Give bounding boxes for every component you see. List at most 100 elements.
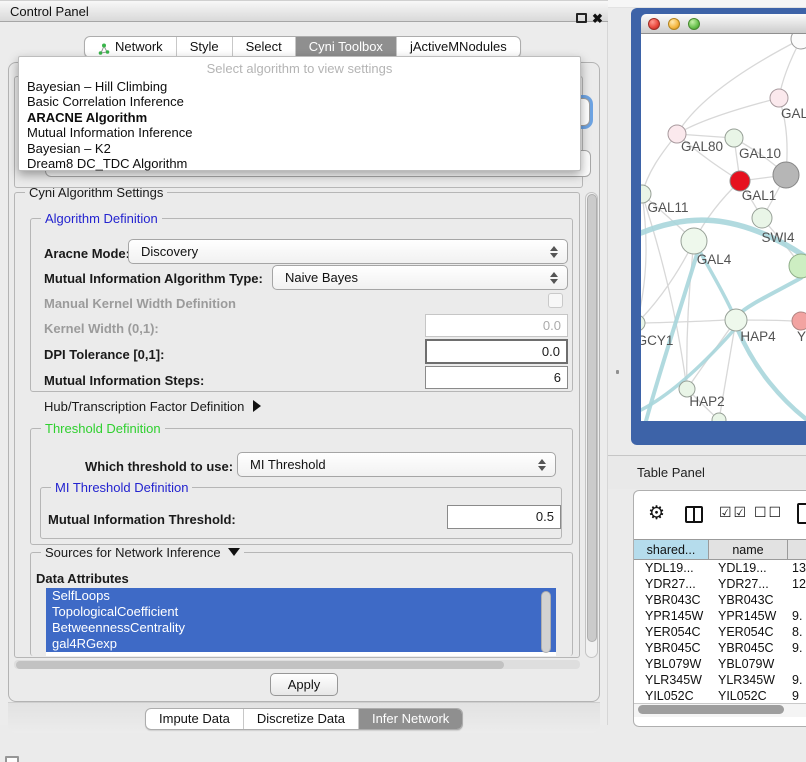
split-columns-icon[interactable] <box>685 506 703 523</box>
popup-item[interactable]: Mutual Information Inference <box>19 125 580 140</box>
mac-minimize-icon[interactable] <box>668 18 680 30</box>
node-gcy1[interactable] <box>641 315 645 331</box>
cell[interactable]: YBL079W <box>709 656 788 672</box>
node-partial-bottom[interactable] <box>712 413 726 421</box>
table-row[interactable]: YPR145WYPR145W9. <box>634 608 806 624</box>
cell[interactable]: 9. <box>788 608 806 624</box>
settings-vertical-scrollbar-thumb[interactable] <box>587 194 597 642</box>
cell[interactable]: YPR145W <box>709 608 788 624</box>
data-attributes-list[interactable]: SelfLoops TopologicalCoefficient Between… <box>46 588 556 656</box>
cell[interactable]: 8. <box>788 624 806 640</box>
table-row[interactable]: YER054CYER054C8. <box>634 624 806 640</box>
table-row[interactable]: YDR27...YDR27...12 <box>634 576 806 592</box>
dpi-tolerance-field[interactable]: 0.0 <box>425 339 568 364</box>
tab-jactivemnodules[interactable]: jActiveMNodules <box>397 37 520 57</box>
node-partial-top[interactable] <box>791 34 806 49</box>
list-item[interactable]: TopologicalCoefficient <box>46 604 556 620</box>
panel-divider-handle[interactable] <box>616 370 619 374</box>
node-gal4[interactable] <box>681 228 707 254</box>
table-horizontal-scrollbar-thumb[interactable] <box>638 705 784 714</box>
popup-item[interactable]: Bayesian – K2 <box>19 141 580 156</box>
table-row[interactable]: YBR045CYBR045C9. <box>634 640 806 656</box>
hub-definition-expander[interactable]: Hub/Transcription Factor Definition <box>44 399 261 414</box>
table-row[interactable]: YDL19...YDL19...13 <box>634 560 806 576</box>
table-panel-titlebar[interactable]: Table Panel <box>608 455 806 489</box>
table-row[interactable]: YBL079WYBL079W <box>634 656 806 672</box>
bottom-left-partial-icon[interactable] <box>5 756 19 762</box>
cell[interactable]: YLR345W <box>709 672 788 688</box>
gear-icon[interactable]: ⚙ <box>648 502 665 525</box>
node-gal1[interactable] <box>752 208 772 228</box>
mi-type-combobox[interactable]: Naive Bayes <box>272 265 568 290</box>
column-header-partial[interactable] <box>788 539 806 560</box>
select-all-checkboxes-icon[interactable]: ☑☑ <box>719 504 748 521</box>
cell[interactable]: YIL052C <box>634 688 709 703</box>
cell[interactable]: 9. <box>788 672 806 688</box>
table-row[interactable]: YIL052CYIL052C9 <box>634 688 806 703</box>
manual-kernel-checkbox[interactable] <box>548 293 563 308</box>
file-icon[interactable] <box>797 503 806 524</box>
node-gray[interactable] <box>773 162 799 188</box>
node-y-partial[interactable] <box>792 312 806 330</box>
mi-steps-field[interactable]: 6 <box>425 366 568 389</box>
attribute-list-scrollbar[interactable] <box>541 591 551 653</box>
cell[interactable]: YBR043C <box>709 592 788 608</box>
cell[interactable]: YBR045C <box>634 640 709 656</box>
mac-zoom-icon[interactable] <box>688 18 700 30</box>
cell[interactable]: YER054C <box>634 624 709 640</box>
popup-item-selected[interactable]: ARACNE Algorithm <box>19 110 580 125</box>
cell[interactable]: 9. <box>788 640 806 656</box>
popup-item[interactable]: Dream8 DC_TDC Algorithm <box>19 156 580 171</box>
mi-threshold-field[interactable]: 0.5 <box>447 505 561 529</box>
cell[interactable] <box>788 592 806 608</box>
tab-infer-network[interactable]: Infer Network <box>359 709 462 729</box>
node-swi4[interactable] <box>789 254 806 278</box>
float-window-icon[interactable] <box>576 13 587 23</box>
sources-title-row[interactable]: Sources for Network Inference <box>41 545 244 560</box>
tab-impute-data[interactable]: Impute Data <box>146 709 244 729</box>
cell[interactable]: YDR27... <box>634 576 709 592</box>
tab-cyni-toolbox[interactable]: Cyni Toolbox <box>296 37 397 57</box>
close-icon[interactable]: ✖ <box>592 11 603 27</box>
cell[interactable]: YBR045C <box>709 640 788 656</box>
tab-discretize-data[interactable]: Discretize Data <box>244 709 359 729</box>
cell[interactable]: 9 <box>788 688 806 703</box>
mac-close-icon[interactable] <box>648 18 660 30</box>
cell[interactable]: 13 <box>788 560 806 576</box>
popup-item[interactable]: Basic Correlation Inference <box>19 94 580 109</box>
cell[interactable]: YBL079W <box>634 656 709 672</box>
column-header-shared-name[interactable]: shared... <box>634 539 709 560</box>
network-window-titlebar[interactable] <box>641 14 806 34</box>
node-gal10[interactable] <box>725 129 743 147</box>
tab-network[interactable]: Network <box>85 37 177 57</box>
kernel-width-field[interactable]: 0.0 <box>425 314 568 337</box>
tab-select[interactable]: Select <box>233 37 296 57</box>
network-canvas[interactable]: GAL GAL80 GAL10 GAL1 GAL11 SWI4 GAL4 HAP… <box>641 34 806 421</box>
cell[interactable]: 12 <box>788 576 806 592</box>
cell[interactable]: YLR345W <box>634 672 709 688</box>
apply-button[interactable]: Apply <box>270 673 338 696</box>
table-row[interactable]: YLR345WYLR345W9. <box>634 672 806 688</box>
table-row[interactable]: YBR043CYBR043C <box>634 592 806 608</box>
cell[interactable]: YBR043C <box>634 592 709 608</box>
deselect-all-checkboxes-icon[interactable]: ☐☐ <box>754 504 783 521</box>
cell[interactable] <box>788 656 806 672</box>
settings-horizontal-scrollbar-thumb[interactable] <box>16 661 504 669</box>
cell[interactable]: YIL052C <box>709 688 788 703</box>
which-threshold-combobox[interactable]: MI Threshold <box>237 452 556 477</box>
node-gal-partial[interactable] <box>770 89 788 107</box>
list-item[interactable]: gal4RGexp <box>46 636 556 652</box>
aracne-mode-combobox[interactable]: Discovery <box>128 239 568 264</box>
node-hap4[interactable] <box>725 309 747 331</box>
cell[interactable]: YDL19... <box>709 560 788 576</box>
cell[interactable]: YDR27... <box>709 576 788 592</box>
cell[interactable]: YPR145W <box>634 608 709 624</box>
cell[interactable]: YDL19... <box>634 560 709 576</box>
list-item[interactable]: BetweennessCentrality <box>46 620 556 636</box>
tab-style[interactable]: Style <box>177 37 233 57</box>
column-header-name[interactable]: name <box>709 539 788 560</box>
cell[interactable]: YER054C <box>709 624 788 640</box>
popup-item[interactable]: Bayesian – Hill Climbing <box>19 79 580 94</box>
list-item[interactable]: SelfLoops <box>46 588 556 604</box>
control-panel-titlebar[interactable]: Control Panel <box>0 0 608 22</box>
